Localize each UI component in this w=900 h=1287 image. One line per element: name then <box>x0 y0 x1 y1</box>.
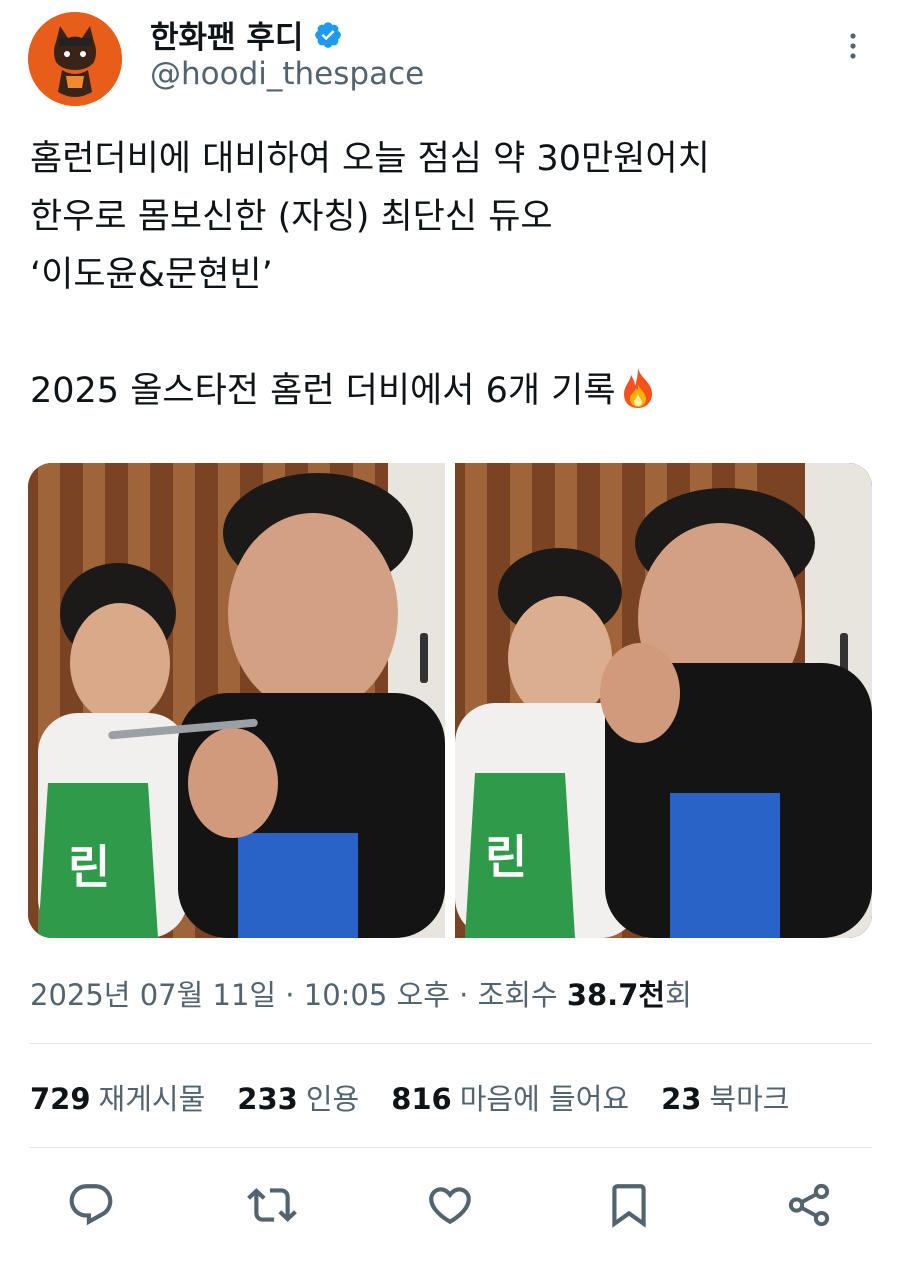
tweet-line-last: 2025 올스타전 홈런 더비에서 6개 기록 <box>30 362 870 420</box>
share-icon[interactable] <box>784 1180 834 1230</box>
stat-num: 816 <box>391 1082 452 1116</box>
like-icon[interactable] <box>425 1180 475 1230</box>
author-name-row[interactable]: 한화팬 후디 <box>150 12 343 57</box>
stat-label: 재게시물 <box>98 1082 206 1116</box>
display-name[interactable]: 한화팬 후디 <box>150 12 303 57</box>
stat-label: 인용 <box>305 1082 360 1116</box>
views-label: 조회수 <box>477 978 567 1012</box>
stat-num: 729 <box>30 1082 91 1116</box>
views-count: 38.7천 <box>566 978 666 1012</box>
meta-separator: · <box>276 978 304 1012</box>
meta-separator: · <box>449 978 478 1012</box>
tweet-date[interactable]: 2025년 07월 11일 <box>30 978 276 1012</box>
media-grid[interactable]: 린 린 <box>28 463 872 938</box>
fire-emoji <box>623 368 652 408</box>
stat-quotes[interactable]: 233 인용 <box>237 1076 359 1118</box>
repost-icon[interactable] <box>247 1180 297 1230</box>
tweet-line: 한우로 몸보신한 (자칭) 최단신 듀오 <box>30 197 553 237</box>
stat-label: 북마크 <box>709 1082 790 1116</box>
tweet-line <box>30 304 870 362</box>
stat-num: 233 <box>237 1082 298 1116</box>
verified-badge-icon <box>315 21 342 48</box>
photo-1[interactable]: 린 <box>28 463 445 938</box>
stat-label: 마음에 들어요 <box>459 1082 630 1116</box>
stat-likes[interactable]: 816 마음에 들어요 <box>391 1076 629 1118</box>
stat-reposts[interactable]: 729 재게시물 <box>30 1076 205 1118</box>
stat-num: 23 <box>661 1082 702 1116</box>
action-bar <box>0 1180 900 1230</box>
views-suffix: 회 <box>665 978 692 1012</box>
tweet-time[interactable]: 10:05 오후 <box>304 978 450 1012</box>
author-handle[interactable]: @hoodi_thespace <box>150 56 424 92</box>
divider <box>30 1043 872 1044</box>
tweet-meta: 2025년 07월 11일 · 10:05 오후 · 조회수 38.7천회 <box>30 972 692 1014</box>
tweet-text: 홈런더비에 대비하여 오늘 점심 약 30만원어치 한우로 몸보신한 (자칭) … <box>30 130 870 420</box>
tweet-line: 홈런더비에 대비하여 오늘 점심 약 30만원어치 <box>30 139 710 179</box>
more-options-icon[interactable] <box>838 28 868 68</box>
tweet-line: ‘이도윤&문현빈’ <box>30 255 273 295</box>
divider <box>30 1147 872 1148</box>
stat-bookmarks[interactable]: 23 북마크 <box>661 1076 789 1118</box>
photo-2[interactable]: 린 <box>455 463 872 938</box>
photo-2-image: 린 <box>455 463 872 938</box>
tweet-line: 2025 올스타전 홈런 더비에서 6개 기록 <box>30 371 616 411</box>
bookmark-icon[interactable] <box>604 1180 654 1230</box>
avatar-image <box>28 12 122 106</box>
engagement-stats: 729 재게시물 233 인용 816 마음에 들어요 23 북마크 <box>30 1076 821 1118</box>
svg-text:린: 린 <box>68 840 110 894</box>
photo-1-image: 린 <box>28 463 445 938</box>
svg-text:린: 린 <box>485 830 527 884</box>
avatar[interactable] <box>28 12 122 106</box>
reply-icon[interactable] <box>66 1180 116 1230</box>
